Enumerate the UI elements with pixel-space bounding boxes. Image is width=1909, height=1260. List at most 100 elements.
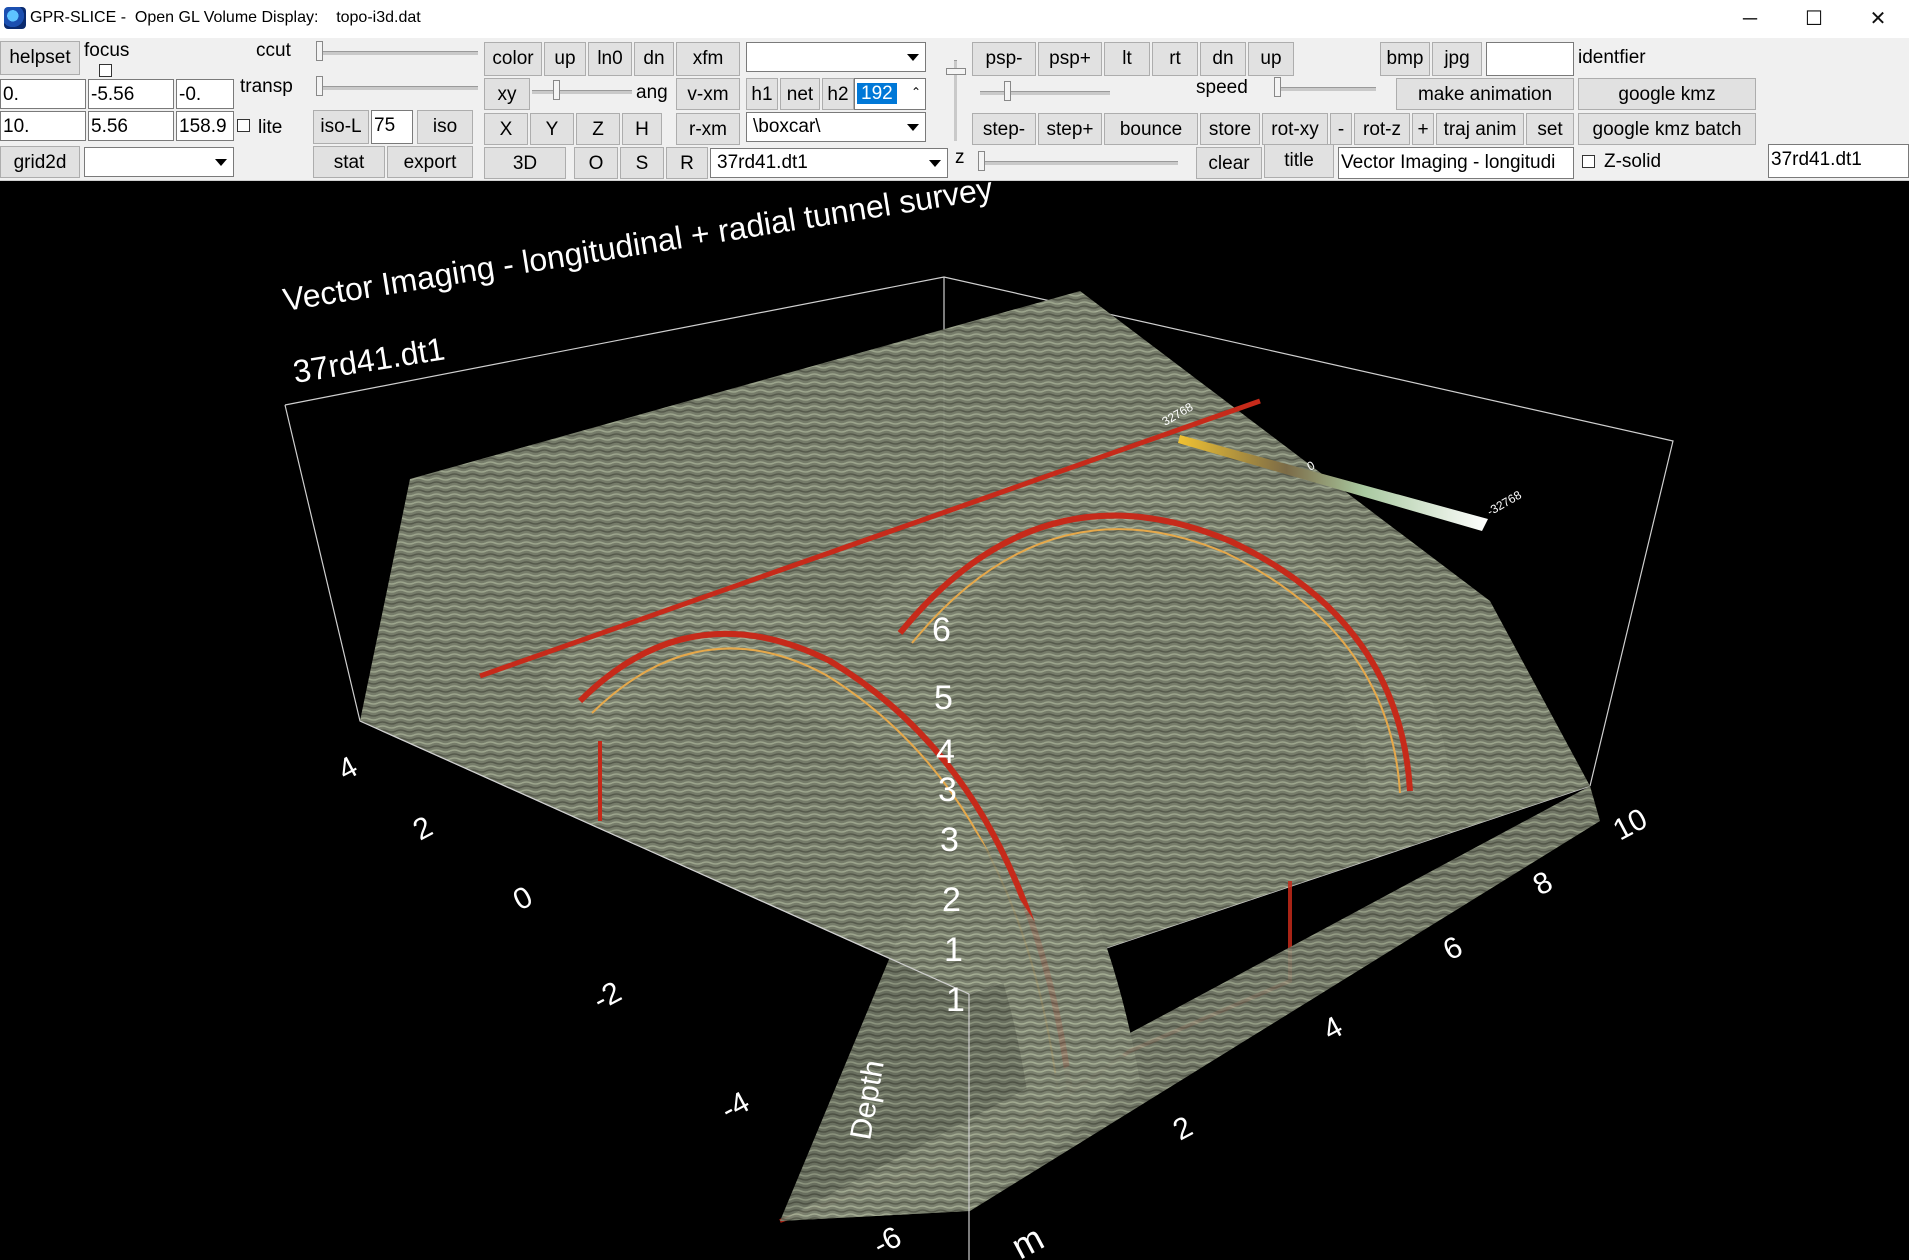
maximize-button[interactable]: ☐ [1782, 0, 1846, 38]
o-button[interactable]: O [574, 147, 618, 179]
z-tick: 1 [944, 931, 963, 969]
rot-z-button[interactable]: rot-z [1354, 113, 1410, 145]
speed-slider[interactable] [1276, 87, 1376, 91]
h1-button[interactable]: h1 [746, 78, 778, 110]
scene-title: Vector Imaging - longitudinal + radial t… [280, 181, 995, 318]
step-minus-button[interactable]: step- [972, 113, 1036, 145]
title-button[interactable]: title [1264, 144, 1334, 178]
max-x-field[interactable]: 10. [0, 111, 86, 141]
transp-slider[interactable] [318, 86, 478, 90]
ccut-slider-thumb[interactable] [316, 41, 323, 61]
bmp-button[interactable]: bmp [1380, 42, 1430, 76]
make-animation-button[interactable]: make animation [1396, 78, 1574, 110]
set-button[interactable]: set [1526, 113, 1574, 145]
min-z-field[interactable]: -0. [176, 79, 234, 109]
speed-slider-thumb[interactable] [1274, 77, 1281, 97]
up-button[interactable]: up [544, 42, 586, 76]
max-z-field[interactable]: 158.9 [176, 111, 234, 141]
xy-button[interactable]: xy [484, 78, 530, 110]
helpset-button[interactable]: helpset [0, 41, 80, 75]
position-slider-thumb[interactable] [1004, 81, 1011, 101]
grid2d-button[interactable]: grid2d [0, 146, 80, 178]
y-tick: -2 [588, 976, 627, 1018]
close-button[interactable]: ✕ [1846, 0, 1909, 38]
title-input[interactable]: Vector Imaging - longitudi [1338, 147, 1574, 179]
z-tick: 6 [932, 611, 951, 649]
position-slider[interactable] [980, 91, 1110, 95]
x-axis-button[interactable]: X [484, 113, 528, 145]
z-tick: 1 [946, 981, 965, 1019]
x-tick: 2 [1168, 1110, 1198, 1147]
x-tick: 8 [1528, 865, 1558, 902]
identifier-input[interactable] [1486, 42, 1574, 76]
color-button[interactable]: color [484, 42, 542, 76]
control-panel: helpset focus ccut 0. -5.56 -0. transp 1… [0, 38, 1909, 181]
y-axis-button[interactable]: Y [530, 113, 574, 145]
z-slider[interactable] [978, 161, 1178, 165]
title-bar: GPR-SLICE - Open GL Volume Display: topo… [0, 0, 1909, 38]
vertical-slider-thumb[interactable] [946, 68, 966, 75]
3d-button[interactable]: 3D [484, 147, 566, 179]
h2-value-spinner[interactable]: 192 ⌃⌄ [854, 78, 926, 110]
data-file-dropdown[interactable]: 37rd41.dt1 [710, 148, 948, 178]
rot-xy-button[interactable]: rot-xy [1262, 113, 1328, 145]
r-xm-button[interactable]: r-xm [676, 113, 740, 145]
iso-button[interactable]: iso [417, 110, 473, 144]
h2-button[interactable]: h2 [822, 78, 854, 110]
store-button[interactable]: store [1200, 113, 1260, 145]
bounce-button[interactable]: bounce [1104, 113, 1198, 145]
google-kmz-button[interactable]: google kmz [1578, 78, 1756, 110]
minimize-button[interactable]: ─ [1718, 0, 1782, 38]
dn-view-button[interactable]: dn [1200, 42, 1246, 76]
volume-render: 32768 0 -32768 Vector Imaging - longitud… [280, 181, 1674, 1260]
min-x-field[interactable]: 0. [0, 79, 86, 109]
v-xm-button[interactable]: v-xm [676, 78, 740, 110]
psp-plus-button[interactable]: psp+ [1038, 42, 1102, 76]
grid2d-dropdown[interactable] [84, 147, 234, 177]
jpg-button[interactable]: jpg [1432, 42, 1482, 76]
traj-anim-button[interactable]: traj anim [1436, 113, 1524, 145]
angle-slider-thumb[interactable] [553, 80, 560, 100]
up-view-button[interactable]: up [1248, 42, 1294, 76]
z-axis-button[interactable]: Z [576, 113, 620, 145]
top-dropdown[interactable] [746, 42, 926, 72]
dn-button[interactable]: dn [634, 42, 674, 76]
focus-label: focus [84, 40, 130, 61]
xfm-button[interactable]: xfm [676, 42, 740, 76]
z-tick: 2 [942, 881, 961, 919]
chevron-down-icon [907, 124, 919, 131]
step-plus-button[interactable]: step+ [1038, 113, 1102, 145]
google-kmz-batch-button[interactable]: google kmz batch [1578, 113, 1756, 145]
opengl-viewport[interactable]: 32768 0 -32768 Vector Imaging - longitud… [0, 181, 1909, 1260]
angle-slider[interactable] [532, 90, 632, 94]
ln0-button[interactable]: ln0 [588, 42, 632, 76]
net-button[interactable]: net [780, 78, 820, 110]
clear-button[interactable]: clear [1196, 147, 1262, 179]
s-button[interactable]: S [620, 147, 664, 179]
ccut-slider[interactable] [318, 51, 478, 55]
h-button[interactable]: H [622, 113, 662, 145]
min-y-field[interactable]: -5.56 [88, 79, 174, 109]
rt-button[interactable]: rt [1152, 42, 1198, 76]
iso-l-button[interactable]: iso-L [313, 110, 369, 144]
rot-minus-button[interactable]: - [1330, 113, 1352, 145]
r-button[interactable]: R [666, 147, 708, 179]
filter-dropdown[interactable]: \boxcar\ [746, 112, 926, 142]
filter-dropdown-value: \boxcar\ [753, 116, 821, 137]
max-y-field[interactable]: 5.56 [88, 111, 174, 141]
focus-checkbox[interactable] [99, 64, 112, 77]
iso-level-field[interactable]: 75 [371, 110, 413, 144]
z-tick: 3 [940, 821, 959, 859]
export-button[interactable]: export [387, 146, 473, 178]
spinner-arrows-icon[interactable]: ⌃⌄ [911, 79, 921, 109]
z-slider-thumb[interactable] [978, 151, 985, 171]
transp-slider-thumb[interactable] [316, 76, 323, 96]
rot-plus-button[interactable]: + [1412, 113, 1434, 145]
lt-button[interactable]: lt [1104, 42, 1150, 76]
y-tick: -4 [716, 1086, 755, 1128]
scene-subtitle: 37rd41.dt1 [290, 330, 447, 389]
z-solid-checkbox[interactable] [1582, 155, 1595, 168]
psp-minus-button[interactable]: psp- [972, 42, 1036, 76]
stat-button[interactable]: stat [313, 146, 385, 178]
lite-checkbox[interactable] [237, 119, 250, 132]
